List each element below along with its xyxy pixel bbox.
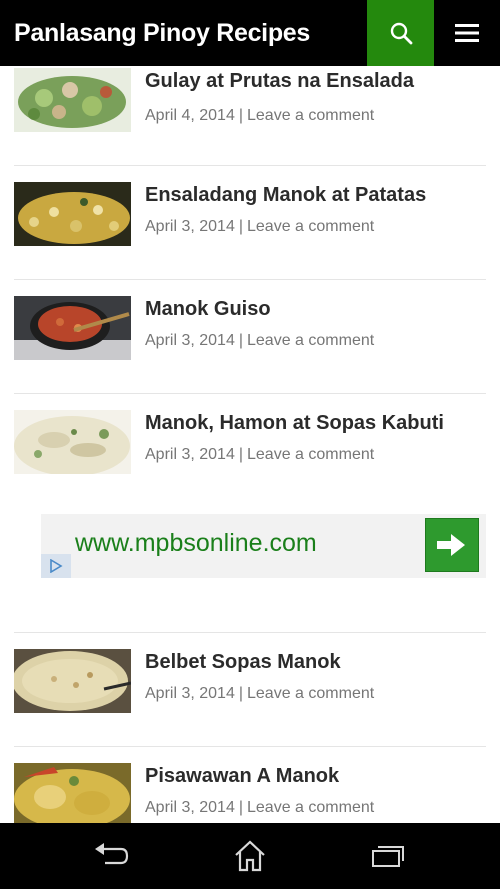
leave-comment-link[interactable]: Leave a comment [247, 446, 374, 463]
list-item: Belbet Sopas Manok April 3, 2014 | Leave a… [14, 583, 486, 713]
post-title[interactable]: Manok Guiso [145, 298, 271, 321]
home-icon [235, 840, 265, 872]
post-title[interactable]: Pisawawan A Manok [145, 765, 339, 788]
meta-separator: | [238, 446, 243, 463]
back-button[interactable] [72, 823, 152, 889]
post-title[interactable]: Belbet Sopas Manok [145, 651, 341, 674]
list-item: Pisawawan A Manok April 3, 2014 | Leave a … [14, 697, 486, 823]
post-title[interactable]: Manok, Hamon at Sopas Kabuti [145, 412, 444, 435]
adchoices-icon [50, 559, 63, 573]
post-title[interactable]: Ensaladang Manok at Patatas [145, 184, 426, 207]
post-meta: April 3, 2014 | Leave a comment [145, 446, 374, 464]
list-item: Gulay at Prutas na Ensalada April 4, 201… [14, 66, 486, 132]
ad-url[interactable]: www.mpbsonline.com [75, 514, 317, 578]
meta-separator: | [238, 799, 243, 816]
site-title[interactable]: Panlasang Pinoy Recipes [14, 0, 310, 66]
recent-apps-button[interactable] [348, 823, 428, 889]
back-icon [95, 843, 129, 865]
ad-banner[interactable]: www.mpbsonline.com [41, 514, 486, 578]
adchoices-button[interactable] [41, 554, 71, 578]
ad-go-button[interactable] [425, 518, 479, 572]
post-title[interactable]: Gulay at Prutas na Ensalada [145, 70, 414, 93]
list-item: Manok Guiso April 3, 2014 | Leave a commen… [14, 230, 486, 360]
post-meta: April 3, 2014 | Leave a comment [145, 799, 374, 817]
system-navigation-bar [0, 823, 500, 889]
leave-comment-link[interactable]: Leave a comment [247, 799, 374, 816]
list-item: Ensaladang Manok at Patatas April 3, 201… [14, 116, 486, 246]
list-item: Manok, Hamon at Sopas Kabuti April 3, 20… [14, 344, 486, 474]
post-date[interactable]: April 3, 2014 [145, 446, 235, 463]
search-icon [390, 22, 412, 45]
arrow-right-icon [437, 534, 465, 556]
search-button[interactable] [367, 0, 434, 66]
post-feed: Gulay at Prutas na Ensalada April 4, 201… [0, 66, 500, 823]
hamburger-menu-icon [455, 24, 479, 42]
recent-apps-icon [372, 846, 404, 867]
post-date[interactable]: April 3, 2014 [145, 799, 235, 816]
menu-button[interactable] [434, 0, 500, 66]
home-button[interactable] [210, 823, 290, 889]
post-thumbnail[interactable] [14, 763, 131, 823]
app-header: Panlasang Pinoy Recipes [0, 0, 500, 66]
post-thumbnail[interactable] [14, 410, 131, 474]
